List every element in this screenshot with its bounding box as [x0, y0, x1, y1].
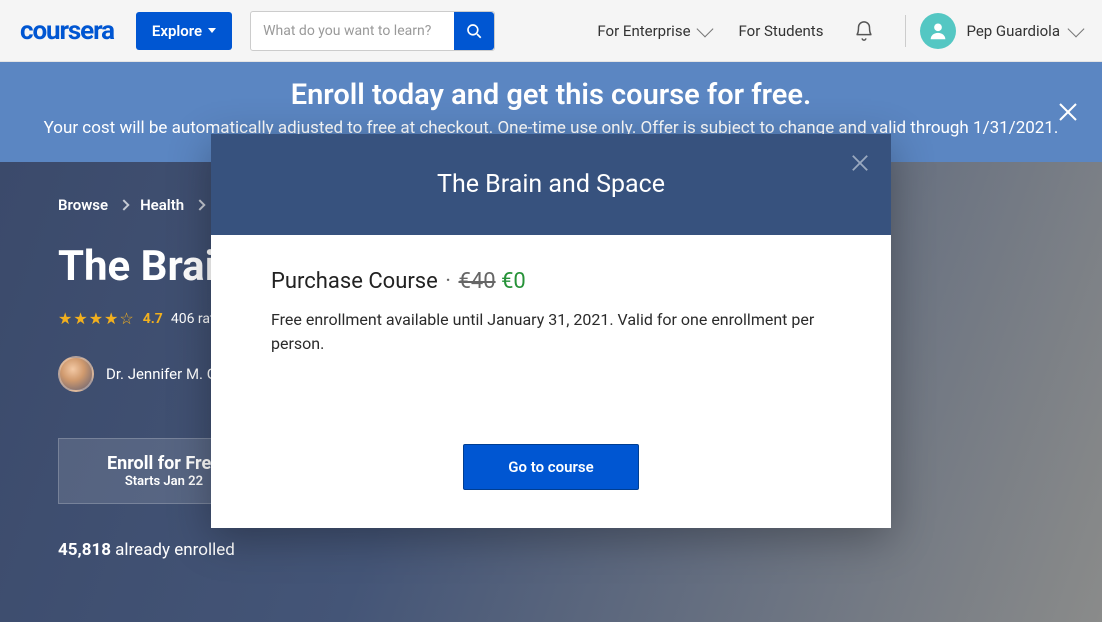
chevron-right-icon	[118, 199, 129, 210]
user-menu[interactable]: Pep Guardiola	[920, 13, 1082, 49]
enroll-subtitle: Starts Jan 22	[107, 474, 221, 489]
modal-title: The Brain and Space	[231, 170, 871, 199]
price-new: €0	[501, 269, 526, 294]
avatar	[920, 13, 956, 49]
close-icon[interactable]	[851, 154, 869, 172]
modal-body: Purchase Course · €40 €0 Free enrollment…	[211, 235, 891, 528]
chevron-right-icon	[194, 199, 205, 210]
enroll-label: Enroll for Free	[107, 453, 221, 474]
nav-enterprise-label: For Enterprise	[597, 22, 690, 40]
modal-header: The Brain and Space	[211, 134, 891, 235]
logo-coursera[interactable]: coursera	[20, 16, 114, 46]
search-button[interactable]	[454, 12, 494, 50]
header-divider	[905, 15, 906, 47]
chevron-down-icon	[1068, 20, 1085, 37]
enrolled-count: 45,818	[58, 540, 111, 560]
promo-title: Enroll today and get this course for fre…	[30, 78, 1072, 112]
rating-value: 4.7	[143, 311, 163, 327]
explore-button[interactable]: Explore	[136, 12, 232, 50]
purchase-modal: The Brain and Space Purchase Course · €4…	[211, 134, 891, 528]
close-icon[interactable]	[1058, 102, 1078, 122]
nav-for-enterprise[interactable]: For Enterprise	[597, 22, 710, 40]
enrolled-count-row: 45,818 already enrolled	[58, 540, 1044, 560]
search-form	[250, 11, 495, 51]
search-icon	[465, 22, 483, 40]
purchase-label: Purchase Course	[271, 269, 438, 294]
price-line: Purchase Course · €40 €0	[271, 269, 831, 294]
price-old: €40	[459, 269, 496, 294]
modal-note: Free enrollment available until January …	[271, 308, 816, 356]
star-icons: ★★★★☆	[58, 309, 135, 328]
user-icon	[927, 20, 949, 42]
nav-for-students[interactable]: For Students	[739, 22, 824, 40]
chevron-down-icon	[696, 20, 713, 37]
go-to-course-button[interactable]: Go to course	[463, 444, 638, 490]
nav-students-label: For Students	[739, 22, 824, 40]
user-name: Pep Guardiola	[966, 22, 1060, 40]
chevron-down-icon	[208, 28, 216, 33]
search-input[interactable]	[251, 12, 454, 50]
explore-label: Explore	[152, 22, 202, 40]
instructor-avatar	[58, 356, 94, 392]
breadcrumb-item[interactable]: Browse	[58, 196, 108, 214]
breadcrumb-item[interactable]: Health	[140, 196, 184, 214]
global-header: coursera Explore For Enterprise For Stud…	[0, 0, 1102, 62]
enrolled-suffix: already enrolled	[115, 540, 235, 560]
notifications-icon[interactable]	[853, 20, 875, 42]
